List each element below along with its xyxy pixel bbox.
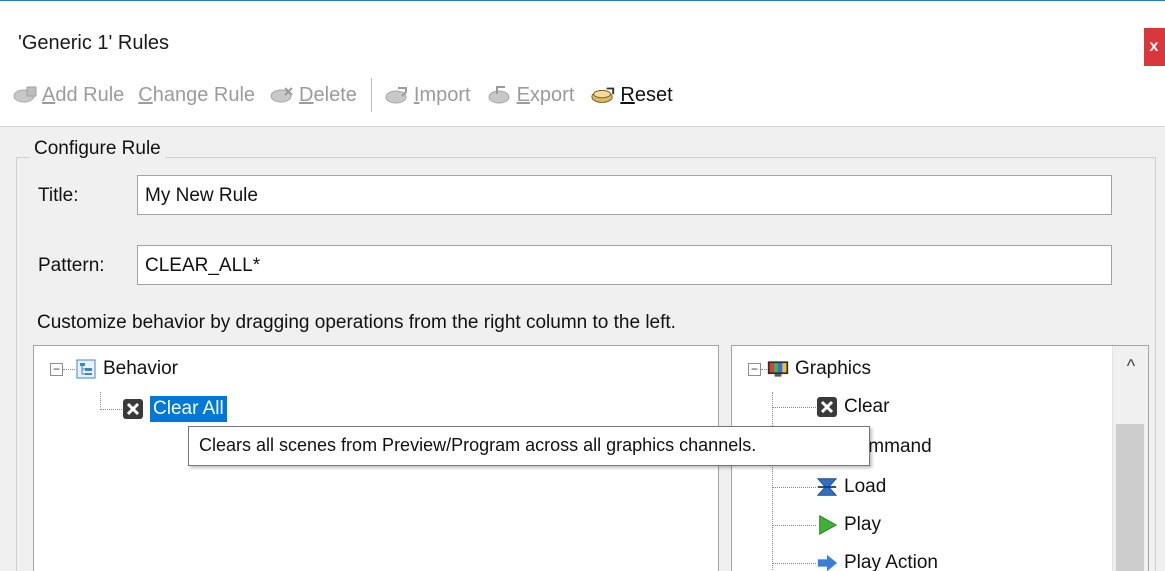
operation-clear-label: Clear: [844, 396, 890, 417]
title-bar: 'Generic 1' Rules x: [0, 2, 1165, 66]
behavior-root-label: Behavior: [103, 358, 178, 379]
play-action-icon: [816, 552, 838, 571]
collapse-icon[interactable]: −: [50, 362, 63, 376]
graphics-icon: [767, 358, 789, 380]
graphics-root-node[interactable]: − Graphics: [748, 358, 871, 380]
window-title: 'Generic 1' Rules: [18, 32, 170, 54]
tree-connector: [772, 486, 816, 488]
load-icon: [816, 476, 838, 498]
export-button[interactable]: Export: [483, 75, 579, 115]
import-label: Import: [413, 83, 471, 106]
delete-label: Delete: [299, 83, 357, 106]
rules-window: 'Generic 1' Rules x Add Rule Change Rule…: [0, 0, 1165, 571]
change-rule-label: Change Rule: [138, 83, 256, 106]
scroll-up-icon[interactable]: ^: [1113, 346, 1148, 386]
play-icon: [816, 514, 838, 536]
export-label: Export: [516, 83, 575, 106]
tree-connector: [772, 562, 816, 564]
reset-icon: [590, 82, 616, 108]
scroll-thumb[interactable]: [1116, 424, 1144, 571]
reset-label: Reset: [620, 83, 673, 106]
tree-connector: [100, 408, 122, 410]
collapse-icon[interactable]: −: [748, 362, 761, 376]
clear-all-label: Clear All: [150, 396, 227, 422]
toolbar: Add Rule Change Rule Delete Import Expor…: [0, 71, 1165, 119]
reset-button[interactable]: Reset: [586, 75, 676, 115]
close-button[interactable]: x: [1144, 28, 1165, 66]
operation-play-action[interactable]: Play Action: [772, 552, 938, 571]
operations-scrollbar[interactable]: ^: [1112, 346, 1148, 571]
operation-play-label: Play: [844, 514, 881, 535]
clear-icon: [816, 396, 838, 418]
tree-connector: [772, 524, 816, 526]
add-rule-icon: [12, 82, 38, 108]
add-rule-button[interactable]: Add Rule: [8, 75, 128, 115]
pattern-field[interactable]: CLEAR_ALL*: [137, 245, 1112, 285]
operation-play[interactable]: Play: [772, 514, 881, 536]
behavior-child-clear-all[interactable]: Clear All: [100, 396, 227, 422]
delete-icon: [269, 82, 295, 108]
import-icon: [384, 82, 410, 108]
configure-rule-legend: Configure Rule: [30, 138, 165, 160]
toolbar-separator: [370, 78, 372, 112]
tree-connector: [772, 406, 816, 408]
clear-icon: [122, 398, 144, 420]
import-button[interactable]: Import: [380, 75, 475, 115]
configure-panel: Configure Rule Title: My New Rule Patter…: [0, 126, 1165, 571]
behavior-icon: [75, 358, 97, 380]
delete-button[interactable]: Delete: [265, 75, 361, 115]
operation-load[interactable]: Load: [772, 476, 886, 498]
operation-clear[interactable]: Clear: [772, 396, 889, 418]
pattern-label: Pattern:: [38, 255, 105, 276]
title-field[interactable]: My New Rule: [137, 175, 1112, 215]
operation-load-label: Load: [844, 476, 887, 497]
behavior-root-node[interactable]: − Behavior: [50, 358, 178, 380]
change-rule-button[interactable]: Change Rule: [134, 75, 259, 115]
add-rule-label: Add Rule: [42, 83, 125, 106]
graphics-root-label: Graphics: [795, 358, 872, 379]
tooltip: Clears all scenes from Preview/Program a…: [188, 426, 870, 466]
export-icon: [487, 82, 513, 108]
drag-hint: Customize behavior by dragging operation…: [37, 312, 676, 333]
tree-connector: [63, 368, 75, 370]
operation-play-action-label: Play Action: [844, 552, 938, 571]
title-label: Title:: [38, 185, 79, 206]
